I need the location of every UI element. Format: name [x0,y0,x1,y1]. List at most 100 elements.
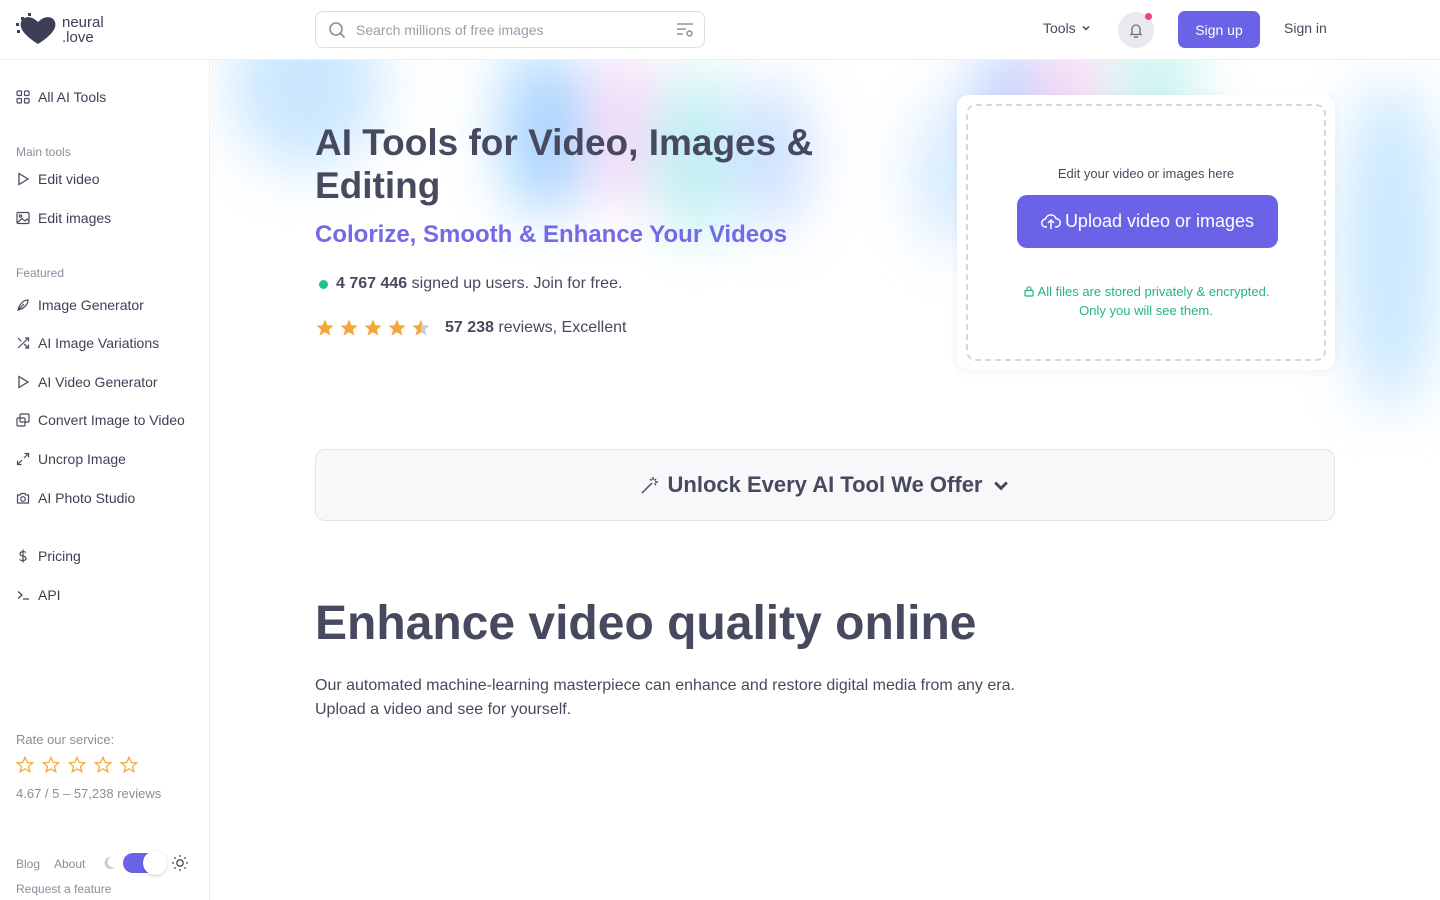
chevron-down-icon [993,481,1008,491]
lock-icon [1023,286,1034,297]
upload-hint: Edit your video or images here [1057,166,1235,181]
privacy-line1: All files are stored privately & encrypt… [1037,284,1270,299]
sidebar-item-image-generator[interactable]: Image Generator [16,297,144,313]
heart-logo-icon [16,13,56,44]
tools-label: Tools [1043,20,1076,36]
camera-icon [16,492,30,504]
star-outline-icon[interactable] [68,756,86,774]
upload-button-label: Upload video or images [1064,211,1255,231]
logo-text-line2: .love [62,29,94,46]
terminal-icon [17,591,29,600]
sidebar: All AI Tools Main tools Edit video Edit … [0,60,210,900]
unlock-label: Unlock Every AI Tool We Offer [667,472,983,497]
play-icon [18,375,30,389]
hero-subtitle: Colorize, Smooth & Enhance Your Videos [315,221,788,248]
sidebar-item-pricing[interactable]: Pricing [16,548,81,564]
star-filled-icon [364,319,382,336]
sidebar-item-convert-image-to-video[interactable]: Convert Image to Video [16,412,185,428]
reviews-count: 57 238 [445,319,494,336]
search-bar [315,11,705,48]
logo[interactable]: neural .love [16,13,104,47]
grid-icon [16,90,30,104]
main-tools-heading: Main tools [16,145,71,159]
sun-icon [172,855,188,871]
moon-icon [104,856,115,869]
theme-toggle-group [101,851,189,875]
sidebar-item-label: Convert Image to Video [38,412,185,428]
star-outline-icon[interactable] [120,756,138,774]
rate-stars [16,756,138,774]
logo-text-line1: neural [62,14,104,31]
sidebar-item-all-ai-tools[interactable]: All AI Tools [16,89,106,105]
shuffle-icon [17,337,30,349]
cloud-upload-icon [1040,213,1061,229]
rating-summary: 4.67 / 5 – 57,238 reviews [16,786,162,801]
description-line2: Upload a video and see for yourself. [315,701,572,718]
notification-dot [1145,13,1152,20]
users-count-line: 4 767 446 signed up users. Join for free… [319,275,622,293]
sidebar-item-edit-images[interactable]: Edit images [16,210,111,226]
bell-icon [1129,24,1143,38]
star-outline-icon[interactable] [42,756,60,774]
hero-title: AI Tools for Video, Images & Editing [315,122,814,206]
upload-card: Edit your video or images here Upload vi… [957,95,1335,370]
reviews-line: 57 238 reviews, Excellent [315,318,626,338]
play-icon [18,172,30,186]
search-input[interactable] [356,20,656,40]
section-description: Our automated machine-learning masterpie… [315,674,1035,722]
about-link[interactable]: About [54,857,85,871]
sidebar-item-label: Image Generator [38,297,144,313]
star-filled-icon [316,319,334,336]
sidebar-item-label: All AI Tools [38,89,107,105]
star-outline-icon[interactable] [94,756,112,774]
unlock-tools-accordion[interactable]: Unlock Every AI Tool We Offer [315,449,1335,521]
sidebar-item-ai-video-generator[interactable]: AI Video Generator [16,374,158,390]
reviews-text: reviews, Excellent [498,319,627,336]
tools-dropdown[interactable]: Tools [1043,20,1091,36]
magic-wand-icon [640,477,658,494]
expand-icon [16,452,30,466]
sidebar-item-label: Pricing [38,548,81,564]
sidebar-item-label: API [38,587,61,603]
layers-image-icon [16,413,30,427]
search-icon [329,22,346,39]
sidebar-item-edit-video[interactable]: Edit video [16,171,99,187]
users-text: signed up users. Join for free. [411,275,623,292]
toggle-knob [143,851,167,875]
blog-link[interactable]: Blog [16,857,40,871]
section-heading: Enhance video quality online [315,597,977,650]
image-icon [16,211,30,225]
sign-in-link[interactable]: Sign in [1284,20,1327,36]
star-half-icon [412,319,430,336]
sidebar-item-ai-image-variations[interactable]: AI Image Variations [16,335,159,351]
sidebar-item-label: AI Video Generator [38,374,158,390]
chevron-down-icon [1082,25,1090,31]
featured-heading: Featured [16,266,65,280]
star-outline-icon[interactable] [16,756,34,774]
privacy-line2: Only you will see them. [1079,303,1213,318]
sign-up-button[interactable]: Sign up [1178,11,1260,48]
privacy-note: All files are stored privately & encrypt… [968,282,1324,320]
sidebar-item-label: AI Photo Studio [38,490,136,506]
description-line1: Our automated machine-learning masterpie… [315,677,1015,694]
sidebar-item-label: Edit video [38,171,100,187]
notifications-button[interactable] [1118,12,1154,48]
dollar-icon [19,549,27,563]
filter-settings-icon[interactable] [676,21,694,39]
sidebar-item-label: Uncrop Image [38,451,126,467]
upload-button[interactable]: Upload video or images [1017,195,1278,248]
online-dot [319,279,328,289]
theme-toggle[interactable] [123,851,167,875]
star-filled-icon [388,319,406,336]
sidebar-item-label: Edit images [38,210,112,226]
sidebar-item-uncrop-image[interactable]: Uncrop Image [16,451,126,467]
request-feature-link[interactable]: Request a feature [16,882,111,896]
star-filled-icon [340,319,358,336]
users-count: 4 767 446 [336,275,408,292]
rate-label: Rate our service: [16,732,115,747]
feather-pen-icon [17,299,29,311]
sidebar-item-ai-photo-studio[interactable]: AI Photo Studio [16,490,135,506]
top-bar: neural .love Tools Sign up Sign in [0,0,1440,60]
upload-dropzone[interactable]: Edit your video or images here Upload vi… [966,104,1326,361]
sidebar-item-api[interactable]: API [16,587,61,603]
